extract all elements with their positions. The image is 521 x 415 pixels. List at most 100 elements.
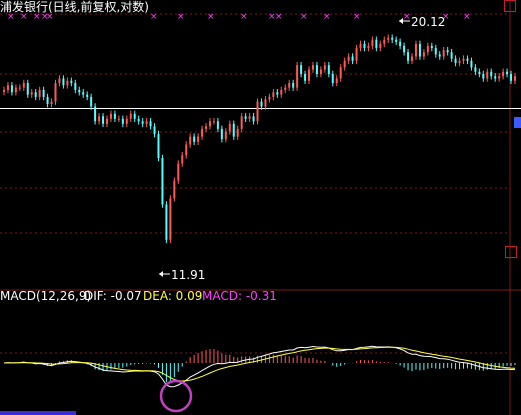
candle-body xyxy=(252,116,255,122)
candle-body xyxy=(304,73,307,81)
candle-body xyxy=(157,134,160,158)
candle-body xyxy=(117,118,120,120)
candle-body xyxy=(185,144,188,156)
candle-body xyxy=(296,65,299,88)
candle-body xyxy=(30,92,33,95)
candle-body xyxy=(411,56,414,61)
dea-value: DEA: 0.09 xyxy=(143,289,202,303)
candle-body xyxy=(387,37,390,40)
macd-value: MACD: -0.31 xyxy=(202,289,277,303)
macd-histogram xyxy=(7,349,516,383)
candle-body xyxy=(22,83,25,88)
candle-body xyxy=(121,118,124,124)
close-box[interactable] xyxy=(504,0,516,12)
candle-body xyxy=(426,45,429,53)
candle-body xyxy=(216,121,219,129)
candle-body xyxy=(58,78,61,84)
candle-body xyxy=(442,50,445,57)
candle-body xyxy=(462,58,465,61)
macd-lines xyxy=(3,345,516,388)
candle-body xyxy=(379,43,382,49)
candle-body xyxy=(66,80,69,86)
candle-body xyxy=(153,126,156,135)
low-price-label: 11.91 xyxy=(171,268,205,282)
high-price-label: 20.12 xyxy=(411,15,445,29)
candle-body xyxy=(248,116,251,119)
candle-body xyxy=(478,71,481,74)
candle-body xyxy=(458,60,461,63)
low-annotation: 11.91 xyxy=(159,268,205,282)
signal-marker: × xyxy=(323,12,331,22)
candle-body xyxy=(141,121,144,124)
candle-body xyxy=(343,60,346,68)
candle-body xyxy=(490,71,493,77)
candle-body xyxy=(395,39,398,42)
candles[interactable] xyxy=(3,34,516,244)
candle-body xyxy=(90,96,93,107)
candle-body xyxy=(98,116,101,122)
signal-marker: × xyxy=(207,12,215,22)
candle-body xyxy=(486,71,489,79)
signal-marker: × xyxy=(300,12,308,22)
candle-body xyxy=(422,52,425,57)
candle-body xyxy=(82,92,85,95)
candle-body xyxy=(506,71,509,74)
candle-body xyxy=(38,89,41,97)
candle-body xyxy=(50,101,53,105)
candle-body xyxy=(165,204,168,240)
candle-body xyxy=(177,163,180,181)
candle-body xyxy=(315,65,318,74)
dea-line xyxy=(3,346,516,382)
candle-body xyxy=(331,73,334,84)
candle-body xyxy=(311,65,314,70)
candle-body xyxy=(399,41,402,46)
candle-body xyxy=(105,118,108,124)
candle-body xyxy=(335,78,338,84)
candle-body xyxy=(450,52,453,59)
candle-body xyxy=(173,180,176,199)
candle-body xyxy=(42,89,45,97)
macd-indicator-name: MACD(12,26,9) xyxy=(0,289,91,303)
candle-body xyxy=(54,83,57,102)
panel-corner-box[interactable] xyxy=(505,246,517,258)
chart-canvas[interactable]: × × × ×× × × × × × × × × × × × × 浦发银行(日线,前复权,对数) 20.12 … xyxy=(0,0,521,415)
candle-body xyxy=(197,136,200,142)
candle-body xyxy=(224,131,227,140)
signal-marker: × xyxy=(275,12,283,22)
candle-body xyxy=(323,65,326,70)
candle-body xyxy=(430,45,433,49)
candle-body xyxy=(407,52,410,61)
candle-body xyxy=(109,113,112,119)
signal-marker: × xyxy=(150,12,158,22)
candle-body xyxy=(264,99,267,107)
candle-body xyxy=(205,126,208,129)
candle-body xyxy=(10,85,13,93)
scroll-indicator[interactable] xyxy=(0,411,76,415)
candle-body xyxy=(474,67,477,72)
dif-line xyxy=(3,345,516,388)
candle-body xyxy=(367,45,370,49)
candle-body xyxy=(220,128,223,140)
candle-body xyxy=(466,58,469,61)
candle-body xyxy=(169,198,172,240)
candle-body xyxy=(347,56,350,61)
candle-body xyxy=(355,48,358,61)
candle-body xyxy=(102,116,105,124)
candle-body xyxy=(201,128,204,137)
candle-body xyxy=(193,136,196,142)
candle-body xyxy=(62,78,65,86)
candle-body xyxy=(125,118,128,124)
signal-marker: × xyxy=(177,12,185,22)
candle-body xyxy=(494,76,497,79)
candle-body xyxy=(189,136,192,145)
candle-body xyxy=(339,67,342,79)
candle-body xyxy=(78,89,81,93)
candle-body xyxy=(446,50,449,53)
candle-body xyxy=(161,157,164,205)
candle-body xyxy=(113,113,116,119)
candle-body xyxy=(256,101,259,122)
candle-body xyxy=(284,87,287,90)
grid-lines xyxy=(0,0,521,415)
candle-body xyxy=(6,85,9,90)
candle-body xyxy=(129,113,132,119)
